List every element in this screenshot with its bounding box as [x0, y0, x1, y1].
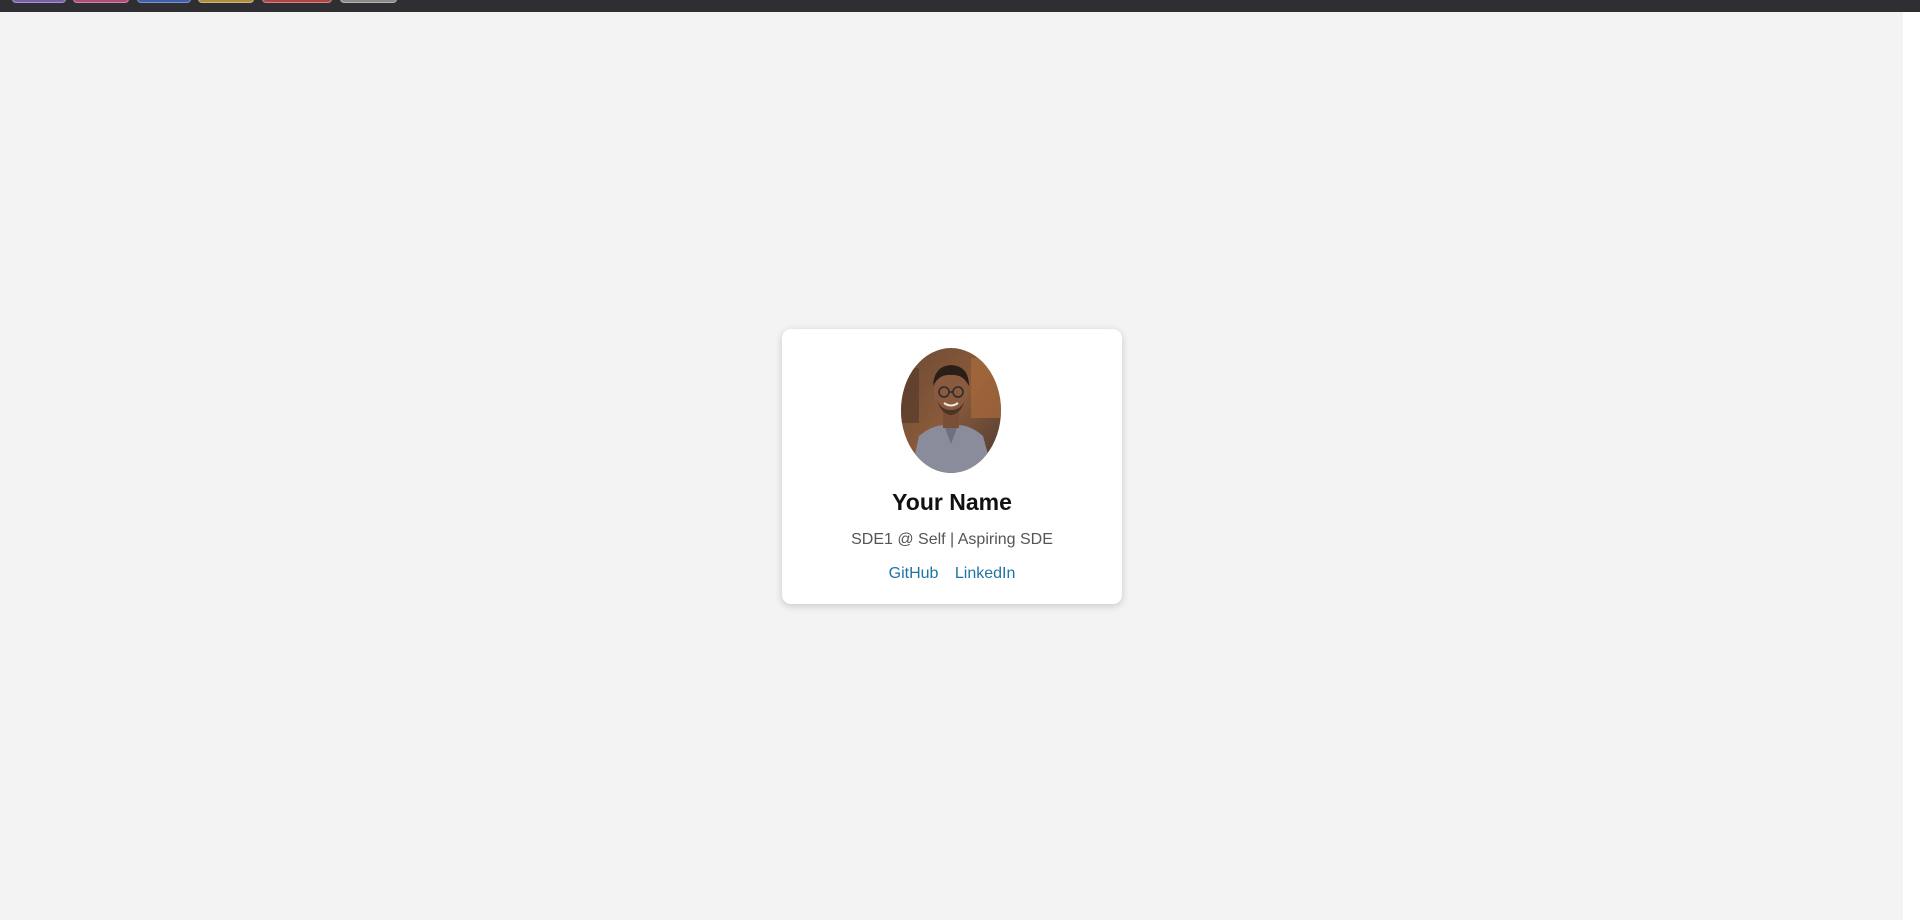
linkedin-link[interactable]: LinkedIn [955, 565, 1016, 582]
avatar [901, 348, 1001, 473]
tab-group-pink[interactable] [73, 0, 129, 3]
profile-photo-icon [901, 348, 1001, 473]
scrollbar-gutter [1903, 12, 1920, 920]
tab-group-yellow[interactable] [198, 0, 254, 3]
profile-role: SDE1 @ Self | Aspiring SDE [851, 531, 1053, 548]
github-link[interactable]: GitHub [889, 565, 939, 582]
tab-group-red[interactable] [262, 0, 332, 3]
tab-group-purple[interactable] [12, 0, 66, 3]
tab-group-gray[interactable] [340, 0, 397, 3]
profile-name: Your Name [892, 489, 1012, 515]
tab-group-blue[interactable] [137, 0, 191, 3]
browser-top-bar: ⠿ [0, 0, 1920, 12]
profile-links: GitHub LinkedIn [782, 564, 1122, 584]
more-tabs-icon[interactable]: ⠿ [410, 0, 428, 3]
profile-card: Your Name SDE1 @ Self | Aspiring SDE Git… [782, 329, 1122, 604]
